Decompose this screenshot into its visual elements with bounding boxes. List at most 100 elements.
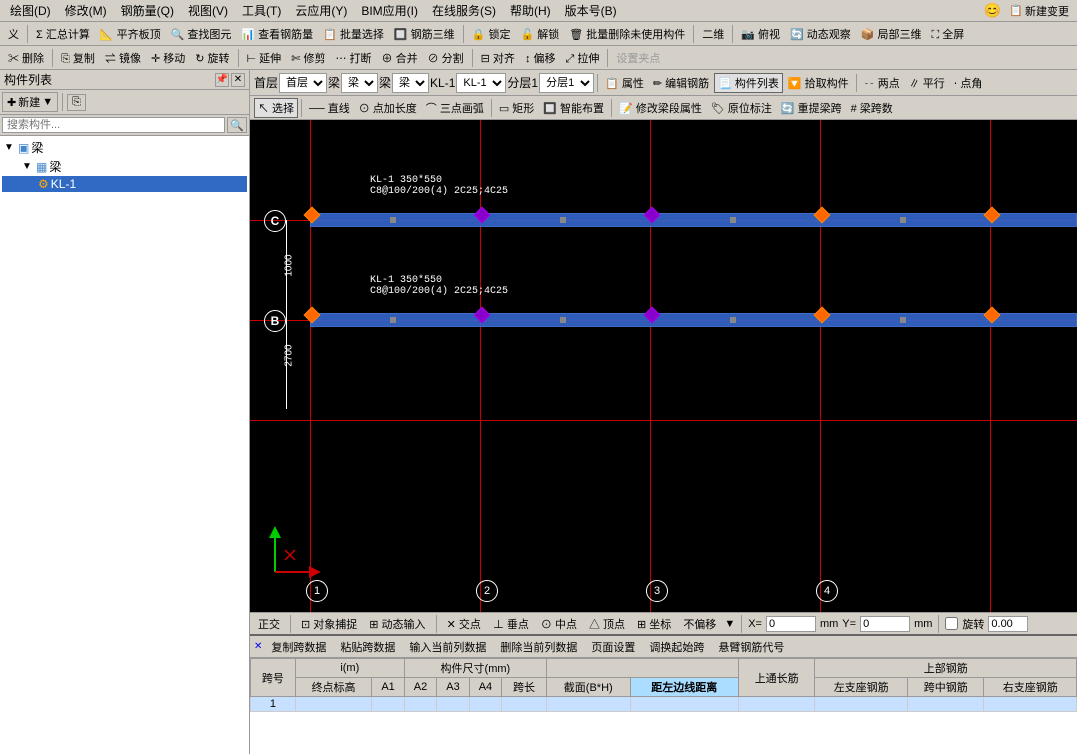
menu-tools[interactable]: 工具(T) bbox=[236, 1, 287, 20]
input-col-btn[interactable]: 输入当前列数据 bbox=[404, 637, 491, 657]
move-btn[interactable]: ✛ 移动 bbox=[147, 48, 189, 68]
span-count-btn[interactable]: # 梁跨数 bbox=[847, 98, 897, 118]
find-elem-btn[interactable]: 🔍 查找图元 bbox=[167, 24, 236, 44]
intersect-btn[interactable]: ✕ 交点 bbox=[443, 614, 485, 634]
in-place-label-btn[interactable]: 🏷 原位标注 bbox=[707, 98, 776, 118]
tree-item-kl1[interactable]: ⚙ KL-1 bbox=[2, 176, 247, 192]
sec-toolbar: ↖ 选择 ── 直线 ⊙ 点加长度 ⌒ 三点画弧 ▭ 矩形 🔲 智能布置 📝 修… bbox=[250, 96, 1077, 120]
merge-btn[interactable]: ⊕ 合并 bbox=[378, 48, 422, 68]
dynamic-input-btn[interactable]: ⊞ 动态输入 bbox=[365, 614, 429, 634]
rotate-checkbox[interactable] bbox=[945, 617, 958, 630]
batch-select-btn[interactable]: 📋 批量选择 bbox=[319, 24, 388, 44]
layer-select[interactable]: 分层1 bbox=[539, 73, 594, 93]
smart-layout-btn[interactable]: 🔲 智能布置 bbox=[539, 98, 608, 118]
page-setup-btn[interactable]: 页面设置 bbox=[586, 637, 640, 657]
delete-btn[interactable]: ✂ 删除 bbox=[4, 48, 48, 68]
offset-btn[interactable]: ↕ 偏移 bbox=[521, 48, 560, 68]
rotate-input[interactable] bbox=[988, 616, 1028, 632]
2d-btn[interactable]: 二维 bbox=[698, 24, 728, 44]
comp-subtype-select[interactable]: 梁 bbox=[392, 73, 429, 93]
dynamic-obs-btn[interactable]: 🔄 动态观察 bbox=[786, 24, 855, 44]
stretch-btn[interactable]: ⤢ 拉伸 bbox=[562, 48, 604, 68]
menu-rebar[interactable]: 钢筋量(Q) bbox=[115, 1, 180, 20]
lock-btn[interactable]: 🔒 锁定 bbox=[468, 24, 515, 44]
two-point-btn[interactable]: ╌ 两点 bbox=[860, 73, 904, 93]
comp-name-select[interactable]: KL-1 bbox=[456, 73, 506, 93]
extend-btn[interactable]: ⊢ 延伸 bbox=[243, 48, 286, 68]
copy-span-btn[interactable]: 复制跨数据 bbox=[266, 637, 331, 657]
no-offset-btn[interactable]: 不偏移 bbox=[679, 614, 720, 634]
fullscreen-btn[interactable]: ⛶ 全屏 bbox=[928, 24, 969, 44]
tree-item-root[interactable]: ▼ ▣ 梁 bbox=[2, 138, 247, 157]
menu-draw[interactable]: 绘图(D) bbox=[4, 1, 57, 20]
menu-version[interactable]: 版本号(B) bbox=[559, 1, 623, 20]
x-input[interactable] bbox=[766, 616, 816, 632]
panel-close-btn[interactable]: ✕ bbox=[231, 73, 245, 87]
unlock-btn[interactable]: 🔓 解锁 bbox=[516, 24, 563, 44]
mirror-btn[interactable]: ⇌ 镜像 bbox=[101, 48, 145, 68]
rebar3d-btn[interactable]: 🔲 钢筋三维 bbox=[390, 24, 459, 44]
canvas-area: 首层 首层 梁 梁 梁 梁 KL-1 KL-1 分层1 分层1 📋 属性 ✏ 编… bbox=[250, 70, 1077, 754]
new-component-btn[interactable]: ✚ 新建 ▼ bbox=[2, 92, 58, 112]
point-angle-btn[interactable]: ⋅ 点角 bbox=[950, 73, 987, 93]
perp-btn[interactable]: ⊥ 垂点 bbox=[489, 614, 533, 634]
y-input[interactable] bbox=[860, 616, 910, 632]
flushboard-btn[interactable]: 📐 平齐板顶 bbox=[96, 24, 165, 44]
snap-btn[interactable]: ⊡ 对象捕捉 bbox=[297, 614, 361, 634]
endpoint-btn[interactable]: △ 顶点 bbox=[585, 614, 629, 634]
menu-cloud[interactable]: 云应用(Y) bbox=[289, 1, 353, 20]
set-grip-btn[interactable]: 设置夹点 bbox=[612, 48, 664, 68]
point-length-btn[interactable]: ⊙ 点加长度 bbox=[355, 98, 421, 118]
search-button[interactable]: 🔍 bbox=[227, 117, 247, 133]
line-btn[interactable]: ── 直线 bbox=[305, 98, 354, 118]
delete-col-btn[interactable]: 删除当前列数据 bbox=[495, 637, 582, 657]
menu-modify[interactable]: 修改(M) bbox=[59, 1, 113, 20]
mod-beam-prop-btn[interactable]: 📝 修改梁段属性 bbox=[615, 98, 706, 118]
split-btn[interactable]: ⊘ 分割 bbox=[424, 48, 468, 68]
property-btn[interactable]: 📋 属性 bbox=[601, 73, 648, 93]
paste-span-btn[interactable]: 粘贴跨数据 bbox=[335, 637, 400, 657]
edit-rebar-btn[interactable]: ✏ 编辑钢筋 bbox=[649, 73, 713, 93]
drawing-canvas[interactable]: KL-1 350*550 C8@100/200(4) 2C25;4C25 C bbox=[250, 120, 1077, 612]
menu-bim[interactable]: BIM应用(I) bbox=[355, 1, 424, 20]
topview-btn[interactable]: 📷 俯视 bbox=[737, 24, 784, 44]
copy-btn[interactable]: ⎘ 复制 bbox=[57, 48, 99, 68]
rect-btn[interactable]: ▭ 矩形 bbox=[495, 98, 538, 118]
menu-help[interactable]: 帮助(H) bbox=[504, 1, 557, 20]
td-end-height bbox=[295, 697, 372, 712]
trim-btn[interactable]: ✄ 修剪 bbox=[287, 48, 329, 68]
parallel-btn[interactable]: ∥ 平行 bbox=[905, 73, 949, 93]
swap-start-btn[interactable]: 调换起始跨 bbox=[644, 637, 709, 657]
menu-online[interactable]: 在线服务(S) bbox=[426, 1, 502, 20]
orthogonal-btn[interactable]: 正交 bbox=[254, 614, 284, 634]
义-btn[interactable]: 义 bbox=[4, 24, 23, 44]
coord-btn[interactable]: ⊞ 坐标 bbox=[633, 614, 675, 634]
break-btn[interactable]: ⋯ 打断 bbox=[331, 48, 375, 68]
menu-view[interactable]: 视图(V) bbox=[182, 1, 234, 20]
pick-comp-btn[interactable]: 🔽 拾取构件 bbox=[784, 73, 853, 93]
td-left-dist bbox=[630, 697, 738, 712]
tree-item-beam-type[interactable]: ▼ ▦ 梁 bbox=[2, 157, 247, 176]
comp-subtype-label: 梁 bbox=[379, 74, 391, 91]
comp-list-btn[interactable]: 📃 构件列表 bbox=[714, 73, 783, 93]
batch-delete-btn[interactable]: 🗑 批量删除未使用构件 bbox=[565, 24, 689, 44]
panel-pin-btn[interactable]: 📌 bbox=[215, 73, 229, 87]
comp-type-select[interactable]: 梁 bbox=[341, 73, 378, 93]
local3d-btn[interactable]: 📦 局部三维 bbox=[857, 24, 926, 44]
view-rebar-btn[interactable]: 📊 查看钢筋量 bbox=[237, 24, 317, 44]
sum-btn[interactable]: Σ 汇总计算 bbox=[32, 24, 94, 44]
cantilever-code-btn[interactable]: 悬臂钢筋代号 bbox=[713, 637, 789, 657]
sep12 bbox=[301, 99, 302, 117]
arc-btn[interactable]: ⌒ 三点画弧 bbox=[422, 98, 488, 118]
close-bottom-btn[interactable]: ✕ bbox=[254, 641, 262, 652]
layer-label: 分层1 bbox=[507, 74, 538, 91]
floor-select[interactable]: 首层 bbox=[279, 73, 327, 93]
align-btn[interactable]: ⊟ 对齐 bbox=[477, 48, 519, 68]
re-extract-btn[interactable]: 🔄 重提梁跨 bbox=[777, 98, 846, 118]
copy-component-btn[interactable]: ⎘ bbox=[67, 94, 86, 111]
new-change-btn[interactable]: 📋 新建变更 bbox=[1005, 1, 1073, 21]
midpoint-btn[interactable]: ⊙ 中点 bbox=[537, 614, 581, 634]
rotate-btn[interactable]: ↻ 旋转 bbox=[191, 48, 233, 68]
select-btn[interactable]: ↖ 选择 bbox=[254, 98, 298, 118]
search-input[interactable] bbox=[2, 117, 225, 133]
